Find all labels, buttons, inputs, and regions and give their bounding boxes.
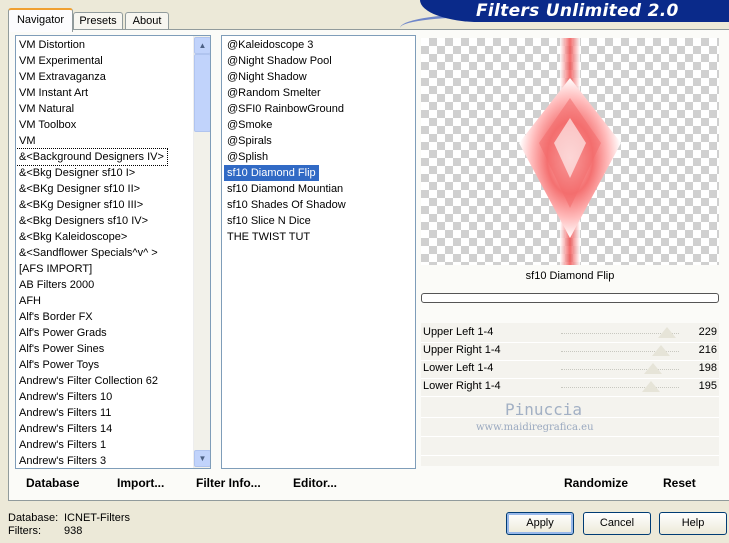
filter-name: sf10 Diamond Flip [525,270,615,282]
category-item[interactable]: &<Bkg Designer sf10 I> [16,165,192,181]
filter-item[interactable]: sf10 Slice N Dice [224,213,413,229]
database-value: ICNET-Filters [64,512,130,524]
slider-label: Lower Right 1-4 [423,380,501,392]
slider-label: Upper Right 1-4 [423,344,501,356]
database-label: Database: [8,512,59,524]
slider-row[interactable]: Upper Right 1-4 216 [421,342,719,361]
filter-item[interactable]: @Random Smelter [224,85,413,101]
filter-info-button[interactable]: Filter Info... [196,476,261,490]
category-item[interactable]: [AFS IMPORT] [16,261,192,277]
category-list[interactable]: VM Distortion VM Experimental VM Extravaga… [15,35,211,469]
randomize-button[interactable]: Randomize [564,476,628,490]
filter-item[interactable]: sf10 Shades Of Shadow [224,197,413,213]
category-item[interactable]: Alf's Border FX [16,309,192,325]
preview-diamond [519,38,621,265]
filter-list[interactable]: @Kaleidoscope 3 @Night Shadow Pool @Night … [221,35,416,469]
category-item[interactable]: Alf's Power Grads [16,325,192,341]
category-scrollbar[interactable]: ▲ ▼ [193,36,210,468]
category-item[interactable]: VM Instant Art [16,85,192,101]
filter-item[interactable]: sf10 Diamond Flip [224,165,319,181]
scroll-up-icon[interactable]: ▲ [194,37,210,54]
category-item[interactable]: &<Bkg Kaleidoscope> [16,229,192,245]
preview-image [421,38,719,265]
filter-item[interactable]: @Kaleidoscope 3 [224,37,413,53]
slider-value: 229 [698,326,717,338]
category-item[interactable]: Andrew's Filter Collection 62 [16,373,192,389]
category-item[interactable]: Andrew's Filters 1 [16,437,192,453]
category-item[interactable]: VM Toolbox [16,117,192,133]
tab-presets[interactable]: Presets [73,12,123,30]
help-button[interactable]: Help [659,512,727,535]
slider-row[interactable]: Lower Left 1-4 198 [421,360,719,379]
scroll-down-icon[interactable]: ▼ [194,450,210,467]
slider-thumb-icon[interactable] [643,363,662,374]
slider-track[interactable] [561,387,679,389]
filter-item[interactable]: @Night Shadow [224,69,413,85]
cancel-button[interactable]: Cancel [583,512,651,535]
filter-item[interactable]: @Smoke [224,117,413,133]
category-item[interactable]: &<Bkg Designers sf10 IV> [16,213,192,229]
watermark-name: Pinuccia [505,400,583,419]
filter-item[interactable]: @Spirals [224,133,413,149]
slider-thumb-icon[interactable] [651,345,670,356]
filters-count-value: 938 [64,525,83,537]
filter-item[interactable]: THE TWIST TUT [224,229,413,245]
slider-panel: Upper Left 1-4 229 Upper Right 1-4 216 Lower… [421,323,719,466]
slider-row[interactable]: Lower Right 1-4 195 [421,378,719,397]
slider-value: 195 [698,380,717,392]
category-item[interactable]: VM [16,133,192,149]
tab-navigator[interactable]: Navigator [8,8,73,32]
import-button[interactable]: Import... [117,476,164,490]
filters-count-label: Filters: [8,525,41,537]
category-item[interactable]: Andrew's Filters 14 [16,421,192,437]
app-title: Filters Unlimited 2.0 [476,1,679,21]
category-item[interactable]: Alf's Power Sines [16,341,192,357]
scroll-thumb[interactable] [194,54,210,132]
filter-item[interactable]: @SFI0 RainbowGround [224,101,413,117]
category-item[interactable]: Andrew's Filters 10 [16,389,192,405]
category-item[interactable]: Andrew's Filters 3 [16,453,192,468]
filter-item[interactable]: sf10 Diamond Mountian [224,181,413,197]
slider-row[interactable]: Upper Left 1-4 229 [421,324,719,343]
slider-value: 216 [698,344,717,356]
watermark-url: www.maidiregrafica.eu [476,422,594,433]
category-item[interactable]: &<Background Designers IV> [16,148,168,166]
slider-thumb-icon[interactable] [642,381,661,392]
category-item[interactable]: VM Experimental [16,53,192,69]
reset-button[interactable]: Reset [663,476,696,490]
slider-empty-row [421,437,719,456]
category-item[interactable]: Andrew's Filters 11 [16,405,192,421]
filter-item[interactable]: @Night Shadow Pool [224,53,413,69]
slider-thumb-icon[interactable] [657,327,676,338]
category-item[interactable]: AB Filters 2000 [16,277,192,293]
progress-bar [421,293,719,303]
slider-value: 198 [698,362,717,374]
filter-item[interactable]: @Splish [224,149,413,165]
slider-label: Lower Left 1-4 [423,362,494,374]
category-item[interactable]: &<Sandflower Specials^v^ > [16,245,192,261]
editor-button[interactable]: Editor... [293,476,337,490]
tab-about[interactable]: About [125,12,169,30]
category-item[interactable]: VM Natural [16,101,192,117]
category-item[interactable]: AFH [16,293,192,309]
apply-button[interactable]: Apply [506,512,574,535]
category-item[interactable]: VM Distortion [16,37,192,53]
category-item[interactable]: VM Extravaganza [16,69,192,85]
category-item[interactable]: Alf's Power Toys [16,357,192,373]
category-item[interactable]: &<BKg Designer sf10 II> [16,181,192,197]
database-button[interactable]: Database [26,476,79,490]
slider-label: Upper Left 1-4 [423,326,494,338]
category-item[interactable]: &<BKg Designer sf10 III> [16,197,192,213]
